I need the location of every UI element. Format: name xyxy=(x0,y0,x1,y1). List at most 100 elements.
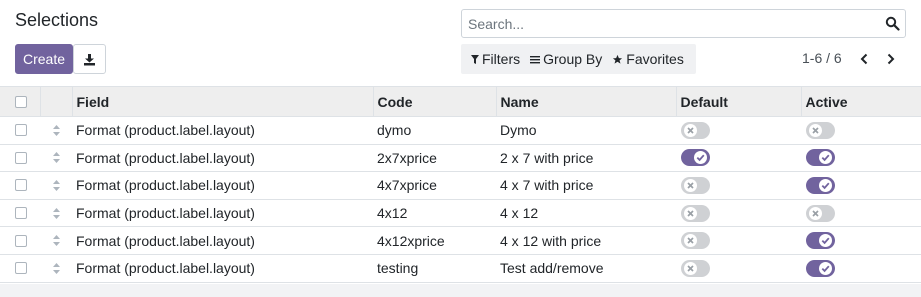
column-header-code[interactable]: Code xyxy=(372,86,496,117)
row-select-cell xyxy=(0,199,40,228)
row-checkbox[interactable] xyxy=(15,234,27,247)
star-icon xyxy=(613,54,623,64)
active-toggle[interactable] xyxy=(806,121,835,139)
column-header-default[interactable]: Default xyxy=(675,86,801,117)
field-cell: Format (product.label.layout) xyxy=(72,226,373,255)
column-header-active[interactable]: Active xyxy=(800,86,921,117)
toggle-knob xyxy=(819,261,832,275)
row-select-cell xyxy=(0,226,40,255)
x-icon xyxy=(687,127,694,134)
active-toggle[interactable] xyxy=(806,232,835,250)
active-toggle[interactable] xyxy=(806,176,835,194)
default-toggle[interactable] xyxy=(681,204,710,222)
table-row[interactable]: Format (product.label.layout) 4x12xprice 4… xyxy=(0,226,921,255)
filters-label: Filters xyxy=(482,51,521,67)
search-input[interactable] xyxy=(468,10,878,37)
pager-next-button[interactable] xyxy=(884,50,898,68)
drag-handle-icon[interactable] xyxy=(52,151,61,164)
drag-handle-icon[interactable] xyxy=(52,262,61,275)
row-checkbox[interactable] xyxy=(15,179,27,192)
x-icon xyxy=(812,127,819,134)
favorites-button[interactable]: Favorites xyxy=(612,51,684,67)
page-title: Selections xyxy=(15,10,99,30)
default-toggle[interactable] xyxy=(681,232,710,250)
column-header-name[interactable]: Name xyxy=(495,86,676,117)
row-select-cell xyxy=(0,144,40,173)
code-cell: dymo xyxy=(373,116,496,145)
selections-table: Field Code Name Default Active Format (p… xyxy=(0,86,921,283)
active-cell xyxy=(801,171,921,200)
toggle-knob xyxy=(819,178,832,192)
check-icon xyxy=(821,154,830,162)
active-cell xyxy=(801,116,921,145)
toggle-knob xyxy=(694,151,707,165)
code-cell: 2x7xprice xyxy=(373,144,496,173)
default-cell xyxy=(676,144,801,173)
active-cell xyxy=(801,226,921,255)
drag-handle-icon[interactable] xyxy=(52,234,61,247)
row-handle-cell xyxy=(40,171,72,200)
drag-handle-icon[interactable] xyxy=(52,179,61,192)
toggle-knob xyxy=(819,234,832,248)
name-cell: 4 x 12 with price xyxy=(496,226,676,255)
table-row[interactable]: Format (product.label.layout) 4x7xprice 4 … xyxy=(0,171,921,200)
drag-handle-icon[interactable] xyxy=(52,207,61,220)
select-all-checkbox[interactable] xyxy=(15,95,27,108)
row-checkbox[interactable] xyxy=(15,207,27,220)
default-toggle[interactable] xyxy=(681,149,710,167)
table-row[interactable]: Format (product.label.layout) dymo Dymo xyxy=(0,116,921,145)
row-handle-cell xyxy=(40,226,72,255)
table-header-row: Field Code Name Default Active xyxy=(0,86,921,117)
name-cell: Dymo xyxy=(496,116,676,145)
name-cell: 2 x 7 with price xyxy=(496,144,676,173)
row-select-cell xyxy=(0,254,40,283)
default-cell xyxy=(676,171,801,200)
x-icon xyxy=(687,209,694,217)
x-icon xyxy=(687,265,694,272)
create-button[interactable]: Create xyxy=(15,44,73,74)
download-button[interactable] xyxy=(73,44,106,74)
table-row[interactable]: Format (product.label.layout) 2x7xprice 2 … xyxy=(0,144,921,173)
check-icon xyxy=(821,182,830,190)
pager-previous-button[interactable] xyxy=(857,50,871,68)
drag-handle-icon[interactable] xyxy=(52,124,61,137)
x-icon xyxy=(687,237,694,244)
search-box xyxy=(461,9,906,38)
row-checkbox[interactable] xyxy=(15,262,27,275)
field-cell: Format (product.label.layout) xyxy=(72,254,373,283)
search-icon[interactable] xyxy=(885,16,900,31)
row-checkbox[interactable] xyxy=(15,151,27,164)
pager-value[interactable]: 1-6 / 6 xyxy=(802,50,842,66)
code-cell: testing xyxy=(373,254,496,283)
field-cell: Format (product.label.layout) xyxy=(72,116,373,145)
bars-icon xyxy=(530,55,541,63)
toggle-knob xyxy=(809,123,822,137)
row-handle-cell xyxy=(40,144,72,173)
chevron-left-icon xyxy=(860,53,868,65)
group-by-button[interactable]: Group By xyxy=(530,51,602,67)
check-icon xyxy=(821,237,830,245)
x-icon xyxy=(687,182,694,189)
group-by-label: Group By xyxy=(543,51,603,67)
filters-button[interactable]: Filters xyxy=(471,51,520,67)
row-checkbox[interactable] xyxy=(15,124,27,137)
field-cell: Format (product.label.layout) xyxy=(72,171,373,200)
column-header-field[interactable]: Field xyxy=(71,86,373,117)
toggle-knob xyxy=(684,234,697,248)
default-cell xyxy=(676,226,801,255)
select-all-cell xyxy=(0,86,40,117)
default-toggle[interactable] xyxy=(681,259,710,277)
default-toggle[interactable] xyxy=(681,121,710,139)
table-row[interactable]: Format (product.label.layout) testing Test… xyxy=(0,254,921,283)
active-cell xyxy=(801,199,921,228)
active-cell xyxy=(801,144,921,173)
default-toggle[interactable] xyxy=(681,176,710,194)
row-select-cell xyxy=(0,116,40,145)
download-icon xyxy=(84,53,95,65)
toggle-knob xyxy=(684,206,697,220)
active-toggle[interactable] xyxy=(806,149,835,167)
active-toggle[interactable] xyxy=(806,204,835,222)
active-toggle[interactable] xyxy=(806,259,835,277)
table-row[interactable]: Format (product.label.layout) 4x12 4 x 12 xyxy=(0,199,921,228)
row-handle-cell xyxy=(40,199,72,228)
